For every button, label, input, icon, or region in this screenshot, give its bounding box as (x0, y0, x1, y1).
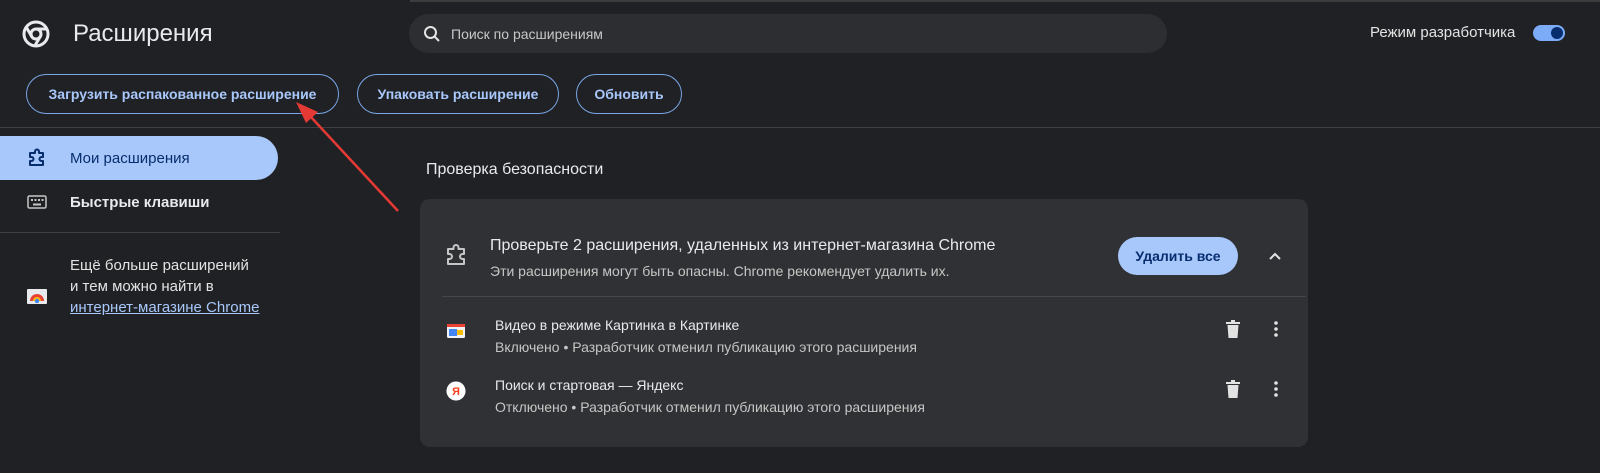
more-vert-icon[interactable] (1270, 319, 1282, 339)
more-vert-icon[interactable] (1270, 379, 1282, 399)
chrome-logo-icon (22, 20, 50, 48)
card-heading: Проверьте 2 расширения, удаленных из инт… (490, 237, 996, 254)
web-store-icon (27, 289, 47, 304)
extension-status: Отключено • Разработчик отменил публикац… (495, 399, 925, 415)
chevron-up-icon[interactable] (1264, 247, 1286, 265)
sidebar-item-label: Мои расширения (70, 149, 190, 167)
pack-extension-button[interactable]: Упаковать расширение (357, 74, 559, 114)
pip-icon (447, 324, 465, 338)
card-subtitle: Эти расширения могут быть опасны. Chrome… (490, 263, 950, 279)
promo-line-2: и тем можно найти в (70, 278, 214, 295)
extension-name: Видео в режиме Картинка в Картинке (495, 317, 740, 333)
web-store-promo: Ещё больше расширений и тем можно найти … (70, 255, 270, 318)
puzzle-icon (447, 244, 465, 265)
dev-mode-label: Режим разработчика (1370, 24, 1516, 41)
yandex-icon: Я (446, 381, 466, 401)
page-header: Расширения Режим разработчика Загрузить … (0, 0, 1600, 128)
search-input[interactable] (451, 25, 1131, 42)
list-item: Я Поиск и стартовая — Яндекс Отключено •… (420, 377, 1308, 433)
section-title: Проверка безопасности (426, 161, 604, 178)
search-box[interactable] (409, 14, 1167, 53)
sidebar-divider (0, 232, 280, 233)
keyboard-icon (26, 191, 48, 213)
search-icon (424, 25, 440, 42)
update-button[interactable]: Обновить (576, 74, 682, 114)
extension-name: Поиск и стартовая — Яндекс (495, 377, 684, 393)
page-title: Расширения (73, 20, 213, 47)
load-unpacked-button[interactable]: Загрузить распакованное расширение (26, 74, 339, 114)
list-item: Видео в режиме Картинка в Картинке Включ… (420, 317, 1308, 373)
svg-text:Я: Я (452, 386, 460, 398)
sidebar-item-my-extensions[interactable]: Мои расширения (0, 136, 278, 180)
promo-line-1: Ещё больше расширений (70, 257, 249, 274)
remove-all-button[interactable]: Удалить все (1118, 237, 1238, 275)
web-store-link[interactable]: интернет-магазине Chrome (70, 299, 259, 316)
puzzle-icon (26, 147, 48, 169)
dev-mode-toggle[interactable] (1533, 25, 1565, 41)
sidebar-item-shortcuts[interactable]: Быстрые клавиши (0, 180, 278, 224)
trash-icon[interactable] (1225, 319, 1241, 339)
toggle-knob (1551, 27, 1563, 39)
trash-icon[interactable] (1225, 379, 1241, 399)
card-divider (442, 296, 1306, 297)
safety-check-card: Проверьте 2 расширения, удаленных из инт… (420, 199, 1308, 447)
sidebar-item-label: Быстрые клавиши (70, 193, 210, 211)
extension-status: Включено • Разработчик отменил публикаци… (495, 339, 917, 355)
